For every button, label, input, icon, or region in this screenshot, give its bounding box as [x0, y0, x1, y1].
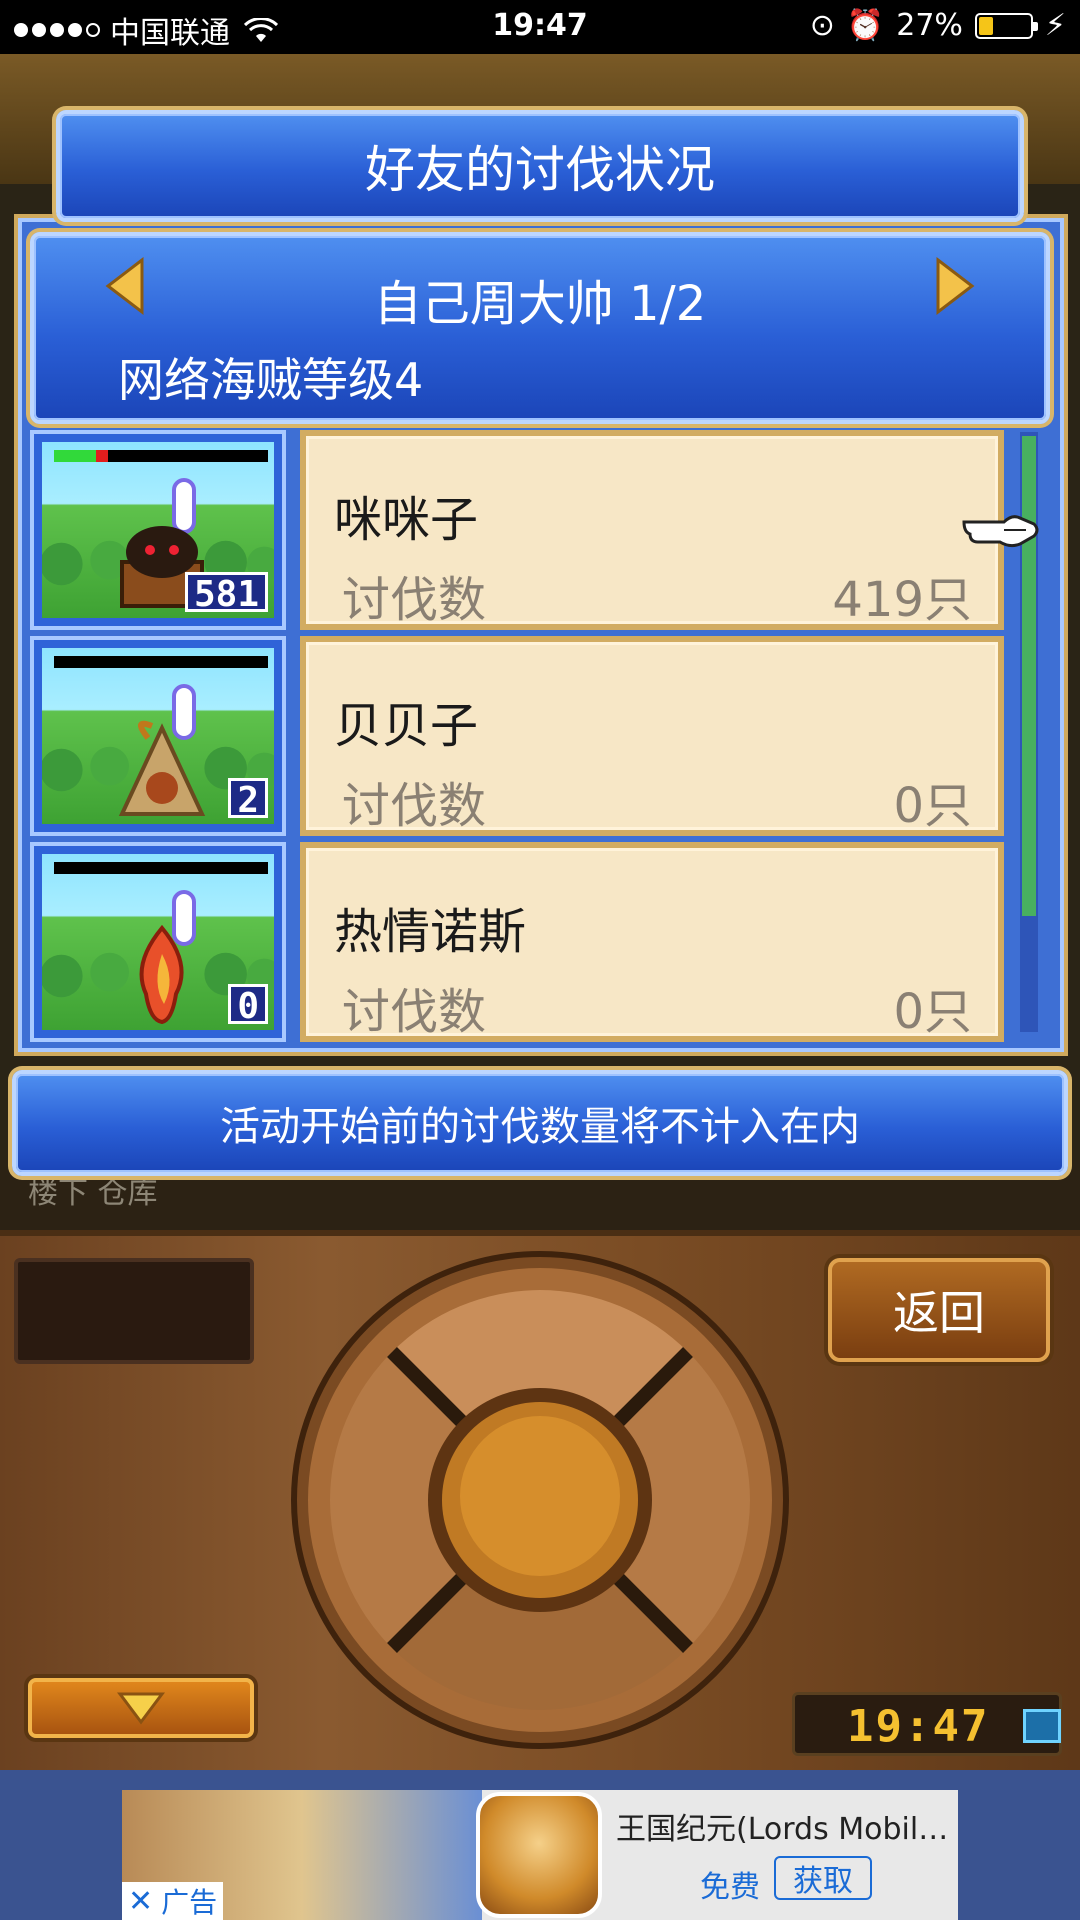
hp-bar: [54, 862, 268, 874]
dialog-title: 好友的讨伐状况: [365, 141, 715, 199]
back-button[interactable]: 返回: [828, 1258, 1050, 1362]
friend-row[interactable]: 0 热情诺斯 讨伐数 0只: [30, 842, 1004, 1042]
arrow-right-icon: [936, 256, 975, 316]
friend-info-card: 热情诺斯 讨伐数 0只: [300, 842, 1004, 1042]
hp-bar: [54, 450, 268, 462]
scroll-down-button[interactable]: [28, 1678, 254, 1738]
rotation-lock-icon: ⊙: [809, 8, 835, 43]
monster-flame-icon: [139, 924, 184, 1024]
kill-count-label: 讨伐数: [342, 984, 487, 1040]
friend-name: 贝贝子: [334, 698, 479, 754]
battery-icon: [974, 12, 1038, 39]
arrow-down-icon: [117, 1692, 165, 1725]
friend-name: 热情诺斯: [334, 904, 527, 960]
ad-free-label: 免费: [700, 1870, 760, 1905]
dpad[interactable]: [290, 1250, 790, 1750]
game-clock-time: 19:47: [847, 1701, 990, 1752]
ad-app-icon: [476, 1792, 602, 1918]
ad-get-button[interactable]: 获取: [774, 1856, 872, 1900]
monster-level-badge: 0: [228, 984, 268, 1027]
hp-bar: [54, 656, 268, 668]
hp-fill: [54, 450, 97, 462]
friend-pirate-level: 网络海贼等级4: [118, 353, 424, 407]
kill-count-label: 讨伐数: [342, 572, 487, 628]
ad-banner[interactable]: 王国纪元(Lords Mobil… 免费 获取 ✕ 广告: [122, 1790, 958, 1920]
pointing-hand-icon: [962, 515, 1039, 548]
notice-text: 活动开始前的讨伐数量将不计入在内: [220, 1104, 860, 1150]
kill-count-value: 0只: [893, 778, 972, 834]
friend-row[interactable]: 2 贝贝子 讨伐数 0只: [30, 636, 1004, 836]
friend-thumbnail: 581: [30, 430, 286, 630]
alarm-icon: ⏰: [846, 8, 885, 43]
empty-slot: [14, 1258, 254, 1364]
friend-info-card: 贝贝子 讨伐数 0只: [300, 636, 1004, 836]
kill-count-value: 0只: [893, 984, 972, 1040]
ad-label: ✕ 广告: [122, 1882, 224, 1920]
status-bar: 中国联通 19:47 ⊙ ⏰ 27% ⚡: [0, 0, 1080, 54]
kill-count-value: 419只: [832, 572, 972, 628]
ad-title: 王国纪元(Lords Mobil…: [616, 1812, 949, 1847]
notice-bar: 活动开始前的讨伐数量将不计入在内: [12, 1070, 1068, 1176]
kill-count-label: 讨伐数: [342, 778, 487, 834]
ad-label-text: 广告: [161, 1886, 218, 1919]
monster-level-badge: 2: [228, 778, 268, 821]
ad-close-icon[interactable]: ✕: [128, 1884, 153, 1919]
friend-header-title: 自己周大帅 1/2: [373, 276, 707, 332]
friend-thumbnail: 2: [30, 636, 286, 836]
battery-percent: 27%: [896, 8, 963, 43]
monster-hermit-crab-icon: [118, 720, 206, 816]
friend-header: 自己周大帅 1/2 网络海贼等级4: [30, 232, 1050, 424]
dialog-title-bar: 好友的讨伐状况: [56, 110, 1024, 222]
friend-info-card: 咪咪子 讨伐数 419只: [300, 430, 1004, 630]
monster-level-badge: 581: [184, 572, 268, 615]
status-right: ⊙ ⏰ 27% ⚡: [810, 8, 1066, 43]
back-button-label: 返回: [893, 1286, 985, 1340]
friend-thumbnail: 0: [30, 842, 286, 1042]
friend-row[interactable]: 581 咪咪子 讨伐数 419只: [30, 430, 1004, 630]
game-clock: 19:47: [792, 1692, 1062, 1756]
charging-icon: ⚡: [1044, 8, 1066, 43]
next-page-button[interactable]: [934, 256, 978, 316]
friend-name: 咪咪子: [334, 492, 479, 548]
game-battery-icon: [1023, 1709, 1061, 1743]
